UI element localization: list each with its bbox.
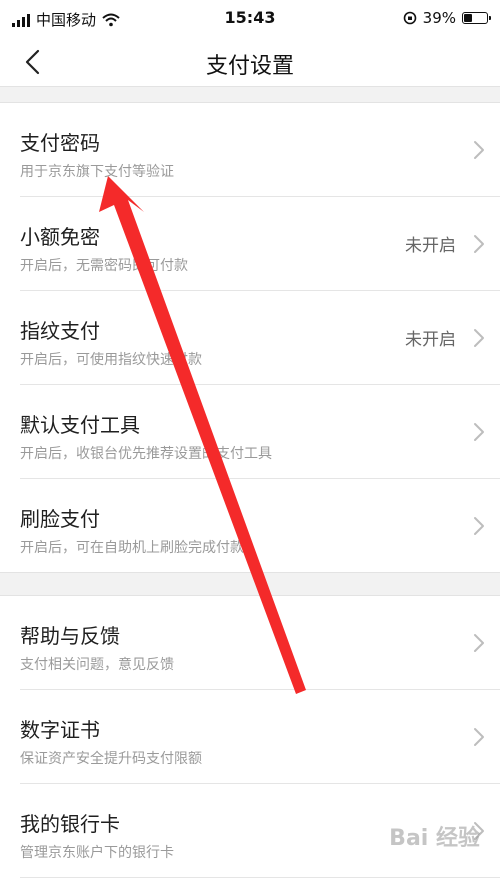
row-title: 默认支付工具	[20, 413, 140, 437]
settings-row-fingerprint-pay[interactable]: 指纹支付开启后，可使用指纹快速付款 未开启	[0, 291, 500, 385]
row-status: 未开启	[405, 330, 456, 350]
settings-row-small-amount-free[interactable]: 小额免密开启后，无需密码即可付款 未开启	[0, 197, 500, 291]
chevron-right-icon	[474, 141, 484, 159]
row-title: 我的银行卡	[20, 812, 120, 836]
settings-row-face-pay[interactable]: 刷脸支付开启后，可在自助机上刷脸完成付款	[0, 479, 500, 573]
row-status: 未开启	[405, 236, 456, 256]
row-subtitle: 管理京东账户下的银行卡	[20, 845, 174, 861]
watermark: Bai 经验	[389, 826, 480, 851]
settings-row-default-tool[interactable]: 默认支付工具开启后，收银台优先推荐设置的支付工具	[0, 385, 500, 479]
row-subtitle: 开启后，收银台优先推荐设置的支付工具	[20, 446, 272, 462]
battery-icon	[462, 12, 491, 24]
row-title: 刷脸支付	[20, 507, 100, 531]
chevron-right-icon	[474, 423, 484, 441]
section-divider	[0, 86, 500, 103]
nav-bar: 支付设置	[0, 38, 500, 86]
battery-percent: 39%	[422, 9, 456, 27]
status-right: 39%	[403, 9, 491, 27]
row-title: 支付密码	[20, 131, 100, 155]
row-subtitle: 保证资产安全提升码支付限额	[20, 751, 202, 767]
page-title: 支付设置	[205, 54, 294, 79]
status-bar: 中国移动 15:43 39%	[0, 0, 500, 38]
battery-fill	[464, 14, 472, 22]
row-subtitle: 开启后，无需密码即可付款	[20, 258, 188, 274]
row-subtitle: 用于京东旗下支付等验证	[20, 164, 174, 180]
chevron-right-icon	[474, 728, 484, 746]
row-subtitle: 开启后，可在自助机上刷脸完成付款	[20, 540, 244, 556]
row-subtitle: 开启后，可使用指纹快速付款	[20, 352, 202, 368]
row-title: 小额免密	[20, 225, 100, 249]
row-subtitle: 支付相关问题，意见反馈	[20, 657, 174, 673]
row-title: 帮助与反馈	[20, 624, 120, 648]
chevron-right-icon	[474, 235, 484, 253]
row-title: 指纹支付	[20, 319, 100, 343]
chevron-right-icon	[474, 634, 484, 652]
settings-row-payment-password[interactable]: 支付密码用于京东旗下支付等验证	[0, 103, 500, 197]
settings-row-help-feedback[interactable]: 帮助与反馈支付相关问题，意见反馈	[0, 596, 500, 690]
orientation-lock-icon	[403, 11, 416, 25]
chevron-right-icon	[474, 329, 484, 347]
settings-row-digital-certificate[interactable]: 数字证书保证资产安全提升码支付限额	[0, 690, 500, 784]
section-divider	[0, 572, 500, 596]
row-title: 数字证书	[20, 718, 100, 742]
chevron-right-icon	[474, 517, 484, 535]
